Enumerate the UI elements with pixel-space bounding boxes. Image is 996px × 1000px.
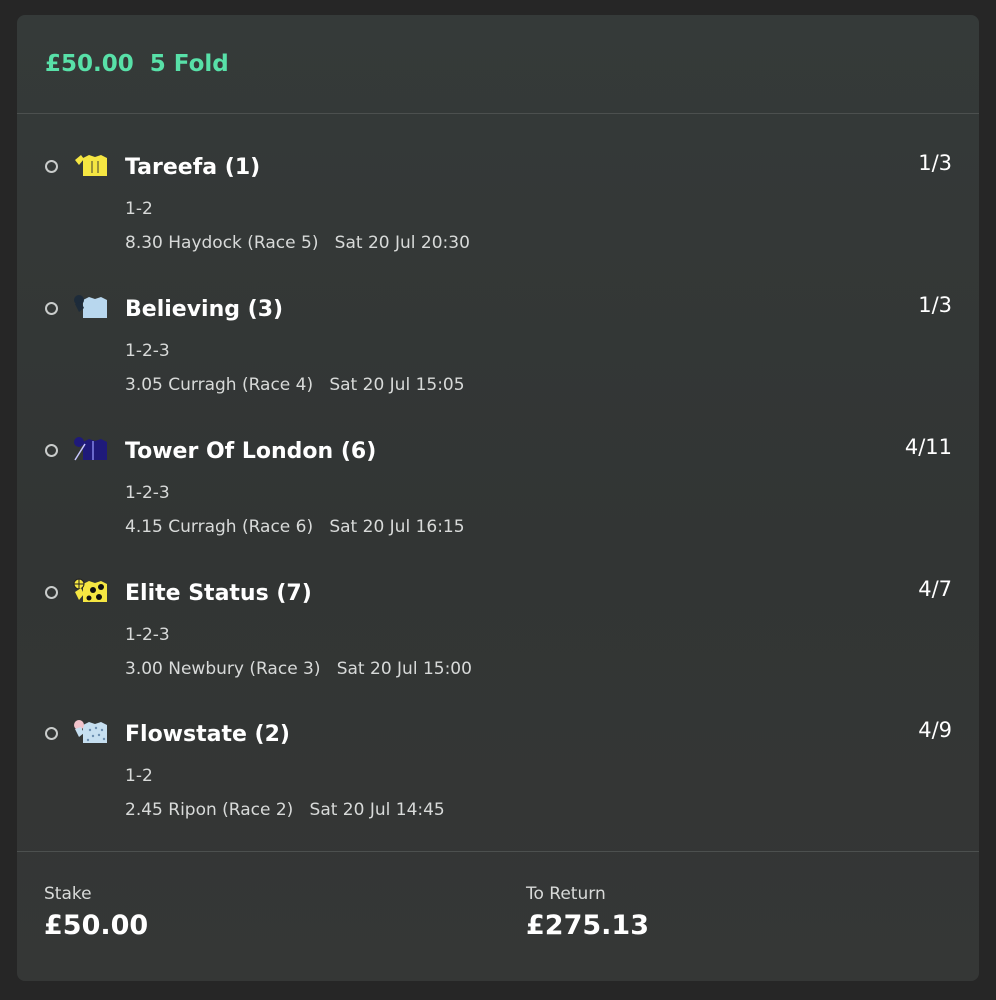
selection-race: 3.05 Curragh (Race 4) — [125, 375, 314, 395]
selection-market: 1-2-3 — [125, 341, 170, 361]
selection-market: 1-2-3 — [125, 625, 170, 645]
selection-event: 8.30 Haydock (Race 5) Sat 20 Jul 20:30 — [125, 233, 470, 253]
return-value: £275.13 — [526, 910, 649, 941]
selection-market: 1-2 — [125, 766, 153, 786]
selection-radio[interactable] — [45, 727, 58, 740]
bet-card: £50.00 5 Fold Tareefa (1) 1/3 1-2 8.30 H… — [17, 15, 979, 981]
selection-radio[interactable] — [45, 586, 58, 599]
bet-header: £50.00 5 Fold — [17, 15, 979, 114]
selection-row: Elite Status (7) 4/7 1-2-3 3.00 Newbury … — [17, 575, 979, 705]
selection-race: 4.15 Curragh (Race 6) — [125, 517, 314, 537]
selection-datetime: Sat 20 Jul 20:30 — [334, 233, 470, 253]
selection-name: Tareefa (1) — [125, 155, 261, 180]
selection-event: 3.05 Curragh (Race 4) Sat 20 Jul 15:05 — [125, 375, 465, 395]
bet-stake-amount: £50.00 — [45, 51, 134, 77]
selection-name: Elite Status (7) — [125, 581, 312, 606]
bet-footer: Stake £50.00 To Return £275.13 — [17, 851, 979, 982]
return-label: To Return — [526, 884, 606, 904]
selection-race: 3.00 Newbury (Race 3) — [125, 659, 321, 679]
selection-market: 1-2-3 — [125, 483, 170, 503]
selection-market: 1-2 — [125, 199, 153, 219]
selection-odds: 1/3 — [918, 293, 952, 317]
yellow-jockey-silk-icon — [75, 155, 107, 176]
pale-blue-dotted-jockey-silk-icon — [74, 720, 107, 743]
selection-radio[interactable] — [45, 302, 58, 315]
selection-name: Tower Of London (6) — [125, 439, 377, 464]
selection-row: Flowstate (2) 4/9 1-2 2.45 Ripon (Race 2… — [17, 716, 979, 846]
selection-race: 8.30 Haydock (Race 5) — [125, 233, 319, 253]
bet-title: £50.00 5 Fold — [45, 51, 229, 77]
selection-datetime: Sat 20 Jul 16:15 — [329, 517, 465, 537]
selection-event: 4.15 Curragh (Race 6) Sat 20 Jul 16:15 — [125, 517, 465, 537]
selection-datetime: Sat 20 Jul 14:45 — [309, 800, 445, 820]
selection-row: Believing (3) 1/3 1-2-3 3.05 Curragh (Ra… — [17, 291, 979, 421]
selection-odds: 4/7 — [918, 577, 952, 601]
selection-odds: 1/3 — [918, 151, 952, 175]
yellow-black-spots-jockey-silk-icon — [73, 578, 107, 602]
selection-radio[interactable] — [45, 444, 58, 457]
light-blue-jockey-silk-icon — [74, 295, 107, 318]
bet-type: 5 Fold — [149, 51, 229, 77]
navy-jockey-silk-icon — [74, 437, 107, 461]
selection-event: 3.00 Newbury (Race 3) Sat 20 Jul 15:00 — [125, 659, 472, 679]
stake-label: Stake — [44, 884, 92, 904]
selection-odds: 4/11 — [904, 435, 952, 459]
selection-radio[interactable] — [45, 160, 58, 173]
selection-odds: 4/9 — [918, 718, 952, 742]
selection-datetime: Sat 20 Jul 15:00 — [336, 659, 472, 679]
selection-race: 2.45 Ripon (Race 2) — [125, 800, 294, 820]
selection-name: Believing (3) — [125, 297, 284, 322]
selection-datetime: Sat 20 Jul 15:05 — [329, 375, 465, 395]
selection-event: 2.45 Ripon (Race 2) Sat 20 Jul 14:45 — [125, 800, 445, 820]
selection-name: Flowstate (2) — [125, 722, 290, 747]
selection-row: Tareefa (1) 1/3 1-2 8.30 Haydock (Race 5… — [17, 149, 979, 279]
stake-value: £50.00 — [44, 910, 149, 941]
selection-row: Tower Of London (6) 4/11 1-2-3 4.15 Curr… — [17, 433, 979, 563]
